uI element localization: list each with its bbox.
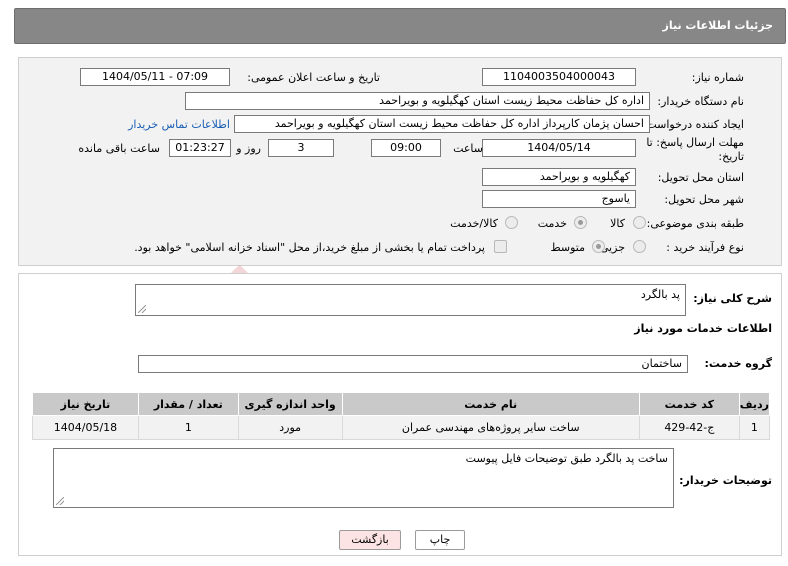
need-number-label: شماره نیاز: xyxy=(691,71,744,84)
requester-field: احسان پژمان کارپرداز اداره کل حفاظت محیط… xyxy=(234,115,650,133)
delivery-province-field: کهگیلویه و بویراحمد xyxy=(482,168,636,186)
cell-date: 1404/05/18 xyxy=(32,415,139,440)
summary-label: شرح کلی نیاز: xyxy=(693,292,772,305)
category-goods-service-radio[interactable] xyxy=(505,216,518,229)
buyer-notes-textarea: ساخت پد بالگرد طبق توضیحات فایل پیوست xyxy=(53,448,674,508)
col-qty: تعداد / مقدار xyxy=(137,392,239,416)
purchase-medium-radio[interactable] xyxy=(592,240,605,253)
purchase-minor-radio[interactable] xyxy=(633,240,646,253)
deadline-time-label: ساعت xyxy=(453,142,483,155)
remaining-time-field: 01:23:27 xyxy=(169,139,231,157)
col-unit: واحد اندازه گیری xyxy=(237,392,343,416)
days-label: روز و xyxy=(236,142,261,155)
page-header: جزئیات اطلاعات نیاز xyxy=(14,8,786,44)
services-table-header: ردیف کد خدمت نام خدمت واحد اندازه گیری ت… xyxy=(32,392,771,416)
col-name: نام خدمت xyxy=(341,392,640,416)
col-date: تاریخ نیاز xyxy=(32,392,139,416)
cell-code: ج-42-429 xyxy=(638,415,740,440)
category-label: طبقه بندی موضوعی: xyxy=(646,217,744,230)
cell-row: 1 xyxy=(738,415,771,440)
delivery-city-field: یاسوج xyxy=(482,190,636,208)
cell-unit: مورد xyxy=(237,415,343,440)
category-goods-label: کالا xyxy=(610,217,625,230)
cell-name: ساخت سایر پروژه‌های مهندسی عمران xyxy=(341,415,640,440)
treasury-payment-note: پرداخت تمام یا بخشی از مبلغ خرید،از محل … xyxy=(134,241,485,254)
delivery-city-label: شهر محل تحویل: xyxy=(664,193,744,206)
category-goods-radio[interactable] xyxy=(633,216,646,229)
cell-qty: 1 xyxy=(137,415,239,440)
treasury-payment-checkbox[interactable] xyxy=(494,240,507,253)
buyer-contact-link[interactable]: اطلاعات تماس خریدار xyxy=(128,118,230,131)
category-service-label: خدمت xyxy=(537,217,567,230)
deadline-label: مهلت ارسال پاسخ: تا xyxy=(646,136,744,149)
summary-value: پد بالگرد xyxy=(640,288,680,301)
need-number-field: 1104003504000043 xyxy=(482,68,636,86)
purchase-medium-label: متوسط xyxy=(550,241,585,254)
services-table: ردیف کد خدمت نام خدمت واحد اندازه گیری ت… xyxy=(32,392,771,440)
col-row: ردیف xyxy=(738,392,771,416)
remaining-days-field: 3 xyxy=(268,139,334,157)
resize-grip-icon[interactable] xyxy=(138,305,146,313)
remaining-label: ساعت باقی مانده xyxy=(78,142,160,155)
buyer-org-field: اداره کل حفاظت محیط زیست استان کهگیلویه … xyxy=(185,92,650,110)
resize-grip-icon[interactable] xyxy=(56,497,64,505)
summary-textarea: پد بالگرد xyxy=(135,284,686,316)
services-section-title: اطلاعات خدمات مورد نیاز xyxy=(634,322,772,335)
announce-datetime-field: 1404/05/11 - 07:09 xyxy=(80,68,230,86)
purchase-type-label: نوع فرآیند خرید : xyxy=(666,241,744,254)
table-row: 1 ج-42-429 ساخت سایر پروژه‌های مهندسی عم… xyxy=(32,415,771,440)
deadline-time-field: 09:00 xyxy=(371,139,441,157)
deadline-label-date: تاریخ: xyxy=(718,150,744,163)
delivery-province-label: استان محل تحویل: xyxy=(657,171,744,184)
buyer-org-label: نام دستگاه خریدار: xyxy=(657,95,744,108)
page-title: جزئیات اطلاعات نیاز xyxy=(662,19,774,32)
requester-label: ایجاد کننده درخواست: xyxy=(642,118,744,131)
buyer-notes-value: ساخت پد بالگرد طبق توضیحات فایل پیوست xyxy=(465,452,668,465)
service-group-label: گروه خدمت: xyxy=(704,357,772,370)
service-group-field: ساختمان xyxy=(138,355,688,373)
back-button[interactable]: بازگشت xyxy=(339,530,401,550)
category-goods-service-label: کالا/خدمت xyxy=(450,217,498,230)
deadline-date-field: 1404/05/14 xyxy=(482,139,636,157)
announce-datetime-label: تاریخ و ساعت اعلان عمومی: xyxy=(247,71,380,84)
category-service-radio[interactable] xyxy=(574,216,587,229)
col-code: کد خدمت xyxy=(638,392,740,416)
need-details-panel xyxy=(18,57,782,266)
print-button[interactable]: چاپ xyxy=(415,530,465,550)
buyer-notes-label: توضیحات خریدار: xyxy=(679,474,772,487)
